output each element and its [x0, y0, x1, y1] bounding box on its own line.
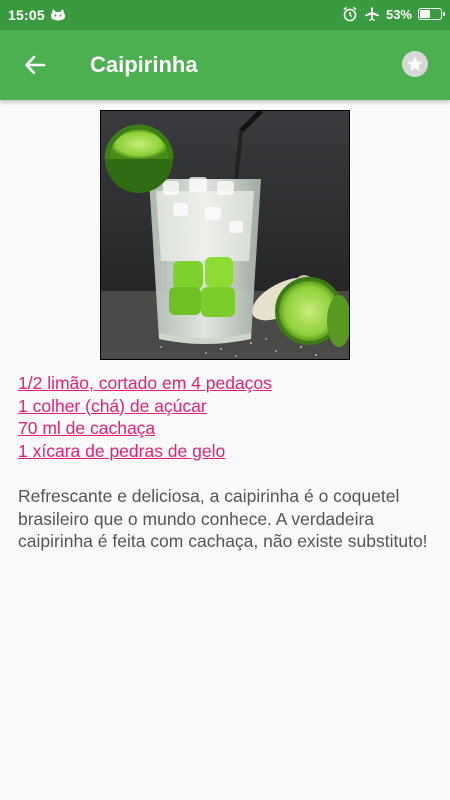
star-icon [407, 56, 423, 71]
status-time: 15:05 [8, 7, 45, 23]
ingredient-link[interactable]: 1 xícara de pedras de gelo [18, 440, 438, 463]
app-bar: Caipirinha [0, 30, 450, 100]
battery-level [420, 10, 430, 18]
status-icons: 53% [342, 6, 445, 22]
arrow-left-icon [25, 55, 46, 75]
alarm-icon [342, 6, 358, 22]
notification-cat-icon [51, 9, 65, 21]
battery-icon [418, 8, 445, 20]
recipe-photo [100, 110, 350, 360]
status-bar: 15:05 53% [0, 0, 450, 30]
ingredient-list: 1/2 limão, cortado em 4 pedaços 1 colher… [18, 372, 438, 462]
caipirinha-photo [101, 111, 349, 359]
favorite-button[interactable] [402, 51, 428, 77]
recipe-description: Refrescante e deliciosa, a caipirinha é … [18, 486, 428, 551]
ingredient-link[interactable]: 1 colher (chá) de açúcar [18, 395, 438, 418]
back-button[interactable] [18, 48, 52, 82]
page-title: Caipirinha [90, 52, 198, 77]
ingredient-link[interactable]: 70 ml de cachaça [18, 417, 438, 440]
ingredient-link[interactable]: 1/2 limão, cortado em 4 pedaços [18, 372, 438, 395]
airplane-mode-icon [364, 6, 380, 22]
battery-percent: 53% [385, 6, 412, 22]
